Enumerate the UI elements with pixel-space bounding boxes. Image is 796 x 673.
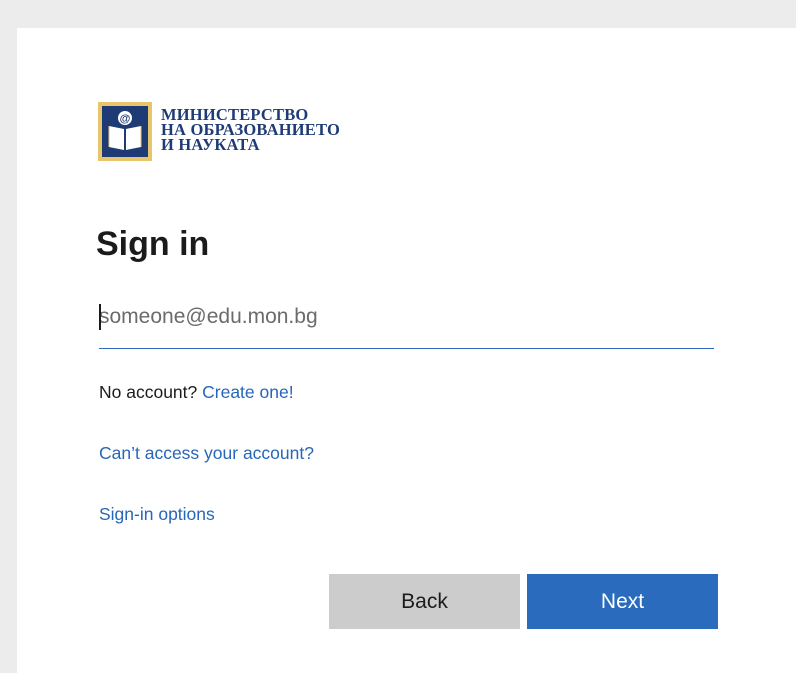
page-title: Sign in (96, 225, 210, 263)
create-account-link[interactable]: Create one! (202, 382, 293, 402)
no-account-row: No account? Create one! (99, 382, 294, 403)
text-cursor (99, 304, 101, 330)
ministry-name: МИНИСТЕРСТВО НА ОБРАЗОВАНИЕТО И НАУКАТА (161, 106, 340, 154)
next-button[interactable]: Next (527, 574, 718, 629)
ministry-name-line-3: И НАУКАТА (161, 135, 260, 154)
email-field[interactable] (99, 296, 714, 338)
ministry-logo: @ МИНИСТЕРСТВО НА ОБРАЗОВАНИЕТО И НАУКАТ… (98, 102, 340, 161)
sign-in-card: @ МИНИСТЕРСТВО НА ОБРАЗОВАНИЕТО И НАУКАТ… (17, 28, 796, 673)
no-account-label: No account? (99, 382, 203, 402)
ministry-book-at-icon: @ (98, 102, 152, 161)
cant-access-account-link[interactable]: Can’t access your account? (99, 443, 314, 464)
back-button[interactable]: Back (329, 574, 520, 629)
email-field-container (99, 296, 714, 349)
svg-text:@: @ (120, 113, 131, 125)
page-background: @ МИНИСТЕРСТВО НА ОБРАЗОВАНИЕТО И НАУКАТ… (0, 0, 796, 673)
sign-in-options-link[interactable]: Sign-in options (99, 504, 215, 525)
